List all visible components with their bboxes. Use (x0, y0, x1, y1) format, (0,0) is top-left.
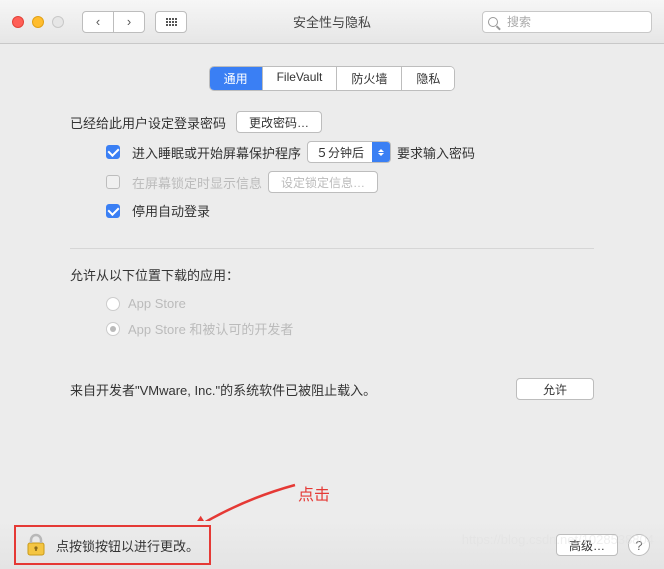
search-icon (488, 17, 498, 27)
lock-region[interactable]: 点按锁按钮以进行更改。 (14, 525, 211, 565)
separator (70, 248, 594, 249)
radio-appstore-label: App Store (128, 296, 186, 311)
disable-autologin-checkbox[interactable] (106, 204, 120, 218)
download-heading: 允许从以下位置下载的应用： (70, 265, 594, 284)
blocked-software-row: 来自开发者"VMware, Inc."的系统软件已被阻止载入。 允许 (70, 378, 594, 400)
search-input[interactable] (482, 11, 652, 33)
select-value: ５分钟后 (308, 144, 372, 161)
search-wrap (482, 11, 652, 33)
advanced-button[interactable]: 高级… (556, 534, 618, 556)
show-all-button[interactable] (155, 11, 187, 33)
minimize-window-button[interactable] (32, 16, 44, 28)
tab-filevault[interactable]: FileVault (263, 67, 338, 90)
chevron-right-icon: › (127, 14, 131, 29)
require-password-suffix: 要求输入密码 (397, 143, 475, 162)
require-password-label: 进入睡眠或开始屏幕保护程序 (132, 143, 301, 162)
radio-appstore[interactable] (106, 297, 120, 311)
close-window-button[interactable] (12, 16, 24, 28)
bottom-right: 高级… ? (556, 534, 650, 556)
radio-devs-label: App Store 和被认可的开发者 (128, 319, 293, 338)
chevron-updown-icon (372, 142, 390, 162)
password-set-label: 已经给此用户设定登录密码 (70, 113, 226, 132)
download-options: App Store App Store 和被认可的开发者 (70, 296, 594, 338)
help-button[interactable]: ? (628, 534, 650, 556)
change-password-button[interactable]: 更改密码… (236, 111, 322, 133)
radio-appstore-row: App Store (106, 296, 594, 311)
disable-autologin-label: 停用自动登录 (132, 201, 210, 220)
tab-privacy[interactable]: 隐私 (402, 67, 454, 90)
password-set-row: 已经给此用户设定登录密码 更改密码… (70, 111, 594, 133)
tab-general[interactable]: 通用 (210, 67, 263, 90)
content: 已经给此用户设定登录密码 更改密码… 进入睡眠或开始屏幕保护程序 ５分钟后 要求… (0, 91, 664, 400)
tab-row: 通用 FileVault 防火墙 隐私 (0, 66, 664, 91)
back-button[interactable]: ‹ (82, 11, 114, 33)
zoom-window-button[interactable] (52, 16, 64, 28)
disable-autologin-row: 停用自动登录 (70, 201, 594, 220)
lock-message-row: 在屏幕锁定时显示信息 设定锁定信息… (70, 171, 594, 193)
set-lock-message-button[interactable]: 设定锁定信息… (268, 171, 378, 193)
bottom-bar: 点按锁按钮以进行更改。 高级… ? (0, 521, 664, 569)
window-title: 安全性与隐私 (293, 12, 371, 31)
nav-back-forward: ‹ › (82, 11, 145, 33)
titlebar: ‹ › 安全性与隐私 (0, 0, 664, 44)
allow-button[interactable]: 允许 (516, 378, 594, 400)
annotation-label: 点击 (298, 481, 330, 505)
radio-identified-developers[interactable] (106, 322, 120, 336)
radio-devs-row: App Store 和被认可的开发者 (106, 319, 594, 338)
require-password-row: 进入睡眠或开始屏幕保护程序 ５分钟后 要求输入密码 (70, 141, 594, 163)
lock-message-checkbox[interactable] (106, 175, 120, 189)
require-password-delay-select[interactable]: ５分钟后 (307, 141, 391, 163)
grid-icon (166, 18, 177, 26)
lock-text: 点按锁按钮以进行更改。 (56, 536, 199, 555)
forward-button[interactable]: › (113, 11, 145, 33)
tabs: 通用 FileVault 防火墙 隐私 (209, 66, 456, 91)
lock-message-label: 在屏幕锁定时显示信息 (132, 173, 262, 192)
tab-firewall[interactable]: 防火墙 (337, 67, 402, 90)
traffic-lights (12, 16, 64, 28)
chevron-left-icon: ‹ (96, 14, 100, 29)
require-password-checkbox[interactable] (106, 145, 120, 159)
blocked-software-text: 来自开发者"VMware, Inc."的系统软件已被阻止载入。 (70, 380, 376, 399)
lock-icon (26, 533, 46, 557)
